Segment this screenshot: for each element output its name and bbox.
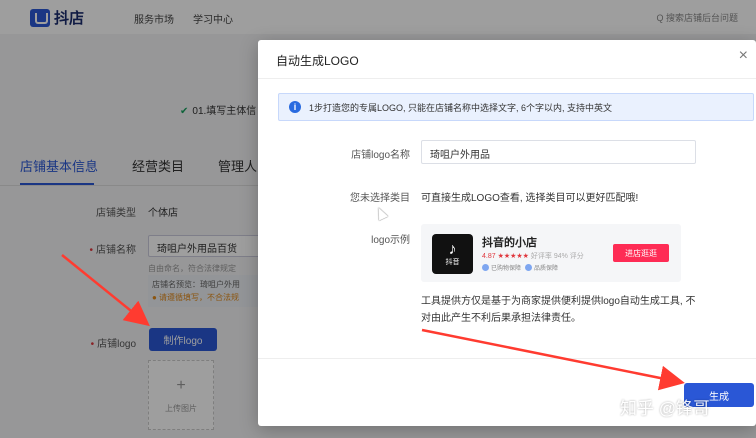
watermark: 知乎 @锋哥 [620,399,710,418]
douyin-logo-text: 抖音 [445,259,460,266]
logo-sample-card: ♪ 抖音 抖音的小店 4.87 ★★★★★ 好评率 94% 评分 已购物保障 品… [421,224,681,282]
mouse-cursor-icon [373,205,389,221]
divider [258,78,756,79]
sample-shop-name: 抖音的小店 [482,237,537,249]
category-hint: 可直接生成LOGO查看, 选择类目可以更好匹配哦! [421,193,639,204]
divider [258,358,756,359]
auto-logo-modal: 自动生成LOGO × i 1步打造您的专属LOGO, 只能在店铺名称中选择文字,… [258,40,756,426]
close-icon[interactable]: × [739,48,748,64]
category-label: 您未选择类目 [350,193,410,204]
badge: 已购物保障 [482,263,521,272]
sample-badges: 已购物保障 品质保障 [482,263,558,272]
disclaimer-text: 工具提供方仅是基于为商家提供便利提供logo自动生成工具, 不对由此产生不利后果… [421,296,696,324]
info-banner: i 1步打造您的专属LOGO, 只能在店铺名称中选择文字, 6个字以内, 支持中… [278,93,754,121]
info-text: 1步打造您的专属LOGO, 只能在店铺名称中选择文字, 6个字以内, 支持中英文 [309,102,613,113]
badge: 品质保障 [525,263,558,272]
rating-extra: 好评率 94% 评分 [530,253,584,260]
shield-icon [525,264,533,271]
sample-rating: 4.87 ★★★★★ 好评率 94% 评分 [482,251,584,261]
logo-name-input[interactable]: 琦咀户外用品 [421,140,696,164]
rating-stars: 4.87 ★★★★★ [482,253,529,260]
modal-title: 自动生成LOGO [276,54,359,68]
shield-icon [482,264,489,271]
enter-shop-button: 进店逛逛 [613,244,669,262]
music-note-icon: ♪ [448,241,457,258]
sample-label: logo示例 [371,235,410,246]
douyin-logo-icon: ♪ 抖音 [432,234,473,274]
logo-name-label: 店铺logo名称 [351,150,410,161]
info-icon: i [289,101,301,113]
